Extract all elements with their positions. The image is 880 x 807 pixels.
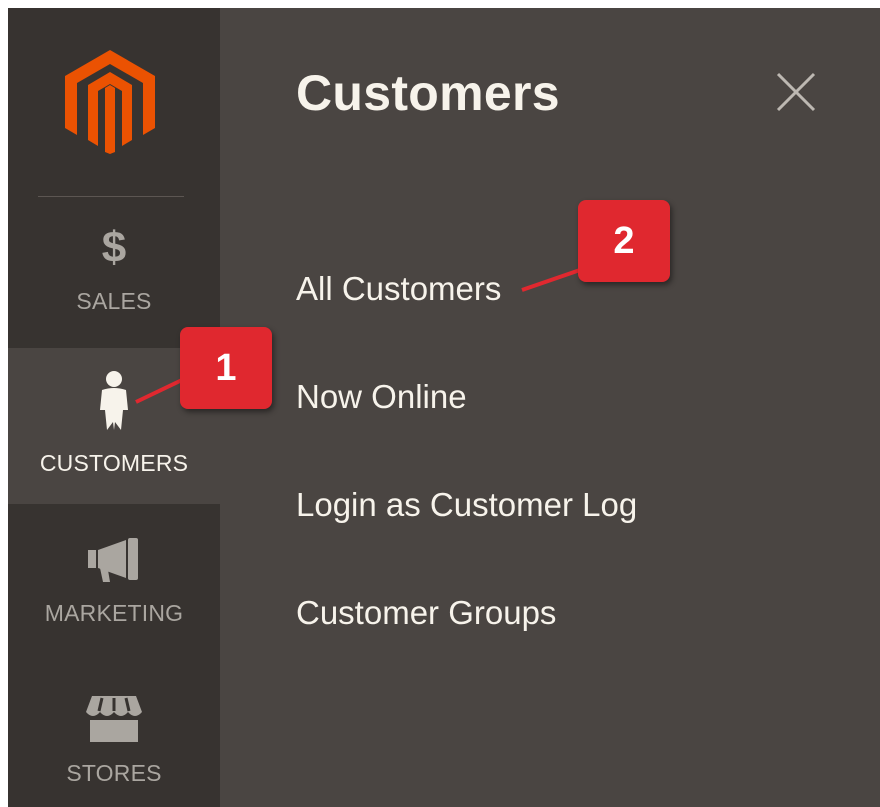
menu-link-all-customers[interactable]: All Customers [296,270,501,308]
sidebar-item-marketing[interactable]: MARKETING [8,528,220,640]
step-badge-1: 1 [180,327,272,409]
dollar-icon: $ [101,223,127,272]
store-icon [86,696,142,742]
panel-title: Customers [296,65,560,121]
magento-logo-icon[interactable] [65,50,155,154]
sidebar-item-stores[interactable]: STORES [8,690,220,802]
megaphone-icon [88,538,138,582]
sidebar-item-label: MARKETING [44,600,184,626]
menu-link-now-online[interactable]: Now Online [296,378,467,416]
sidebar-item-label: STORES [66,760,162,786]
step-badge-2: 2 [578,200,670,282]
sidebar-item-label: SALES [76,288,152,314]
sidebar-item-label: CUSTOMERS [39,450,189,476]
menu-link-login-as-customer-log[interactable]: Login as Customer Log [296,486,637,524]
customers-flyout-panel: Customers All Customers Now Online Login… [220,8,880,807]
close-icon[interactable] [772,68,820,116]
logo-divider [38,196,184,197]
sidebar-item-sales[interactable]: $ SALES [8,222,220,342]
customer-icon [100,371,128,430]
menu-link-customer-groups[interactable]: Customer Groups [296,594,556,632]
